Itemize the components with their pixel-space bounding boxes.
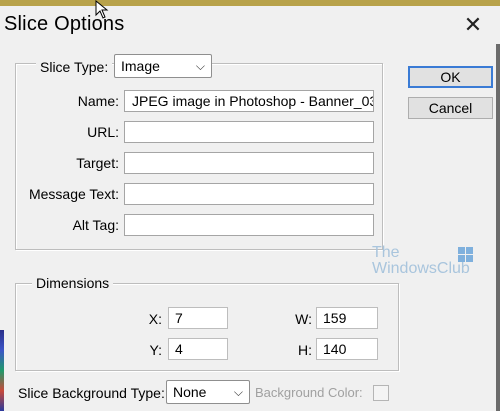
- target-field[interactable]: [124, 152, 374, 174]
- background-edge-right: [496, 6, 500, 411]
- background-color-label: Background Color:: [255, 385, 363, 400]
- y-field[interactable]: 4: [168, 338, 228, 360]
- name-field[interactable]: JPEG image in Photoshop - Banner_03: [124, 90, 374, 112]
- close-icon[interactable]: ✕: [460, 12, 486, 38]
- h-field[interactable]: 140: [316, 338, 378, 360]
- h-label: H:: [298, 342, 312, 358]
- slice-type-label: Slice Type:: [36, 59, 113, 75]
- watermark: The WindowsClub: [372, 244, 482, 284]
- slice-type-select[interactable]: Image ⌵: [114, 54, 212, 78]
- message-text-field[interactable]: [124, 183, 374, 205]
- background-color-swatch[interactable]: [373, 385, 389, 401]
- slice-type-value: Image: [121, 58, 160, 74]
- dimensions-legend: Dimensions: [32, 275, 114, 291]
- alt-tag-field[interactable]: [124, 214, 374, 236]
- ok-button[interactable]: OK: [408, 66, 493, 88]
- cancel-button[interactable]: Cancel: [408, 97, 493, 119]
- windows-logo-icon: [458, 247, 473, 262]
- y-label: Y:: [149, 342, 162, 358]
- background-type-value: None: [173, 384, 207, 400]
- w-label: W:: [295, 311, 312, 327]
- target-label: Target:: [76, 155, 119, 171]
- mouse-pointer-icon: [95, 0, 109, 19]
- x-field[interactable]: 7: [168, 307, 228, 329]
- background-type-label: Slice Background Type:: [18, 385, 165, 401]
- title-bar[interactable]: Slice Options ✕: [0, 6, 500, 44]
- chevron-down-icon: ⌵: [233, 385, 243, 399]
- x-label: X:: [148, 311, 162, 327]
- chevron-down-icon: ⌵: [195, 59, 205, 73]
- alt-tag-label: Alt Tag:: [72, 217, 119, 233]
- background-edge-left: [0, 330, 4, 411]
- background-type-select[interactable]: None ⌵: [166, 380, 250, 404]
- message-text-label: Message Text:: [28, 186, 119, 202]
- url-field[interactable]: [124, 121, 374, 143]
- url-label: URL:: [87, 124, 119, 140]
- w-field[interactable]: 159: [316, 307, 378, 329]
- name-label: Name:: [77, 93, 119, 109]
